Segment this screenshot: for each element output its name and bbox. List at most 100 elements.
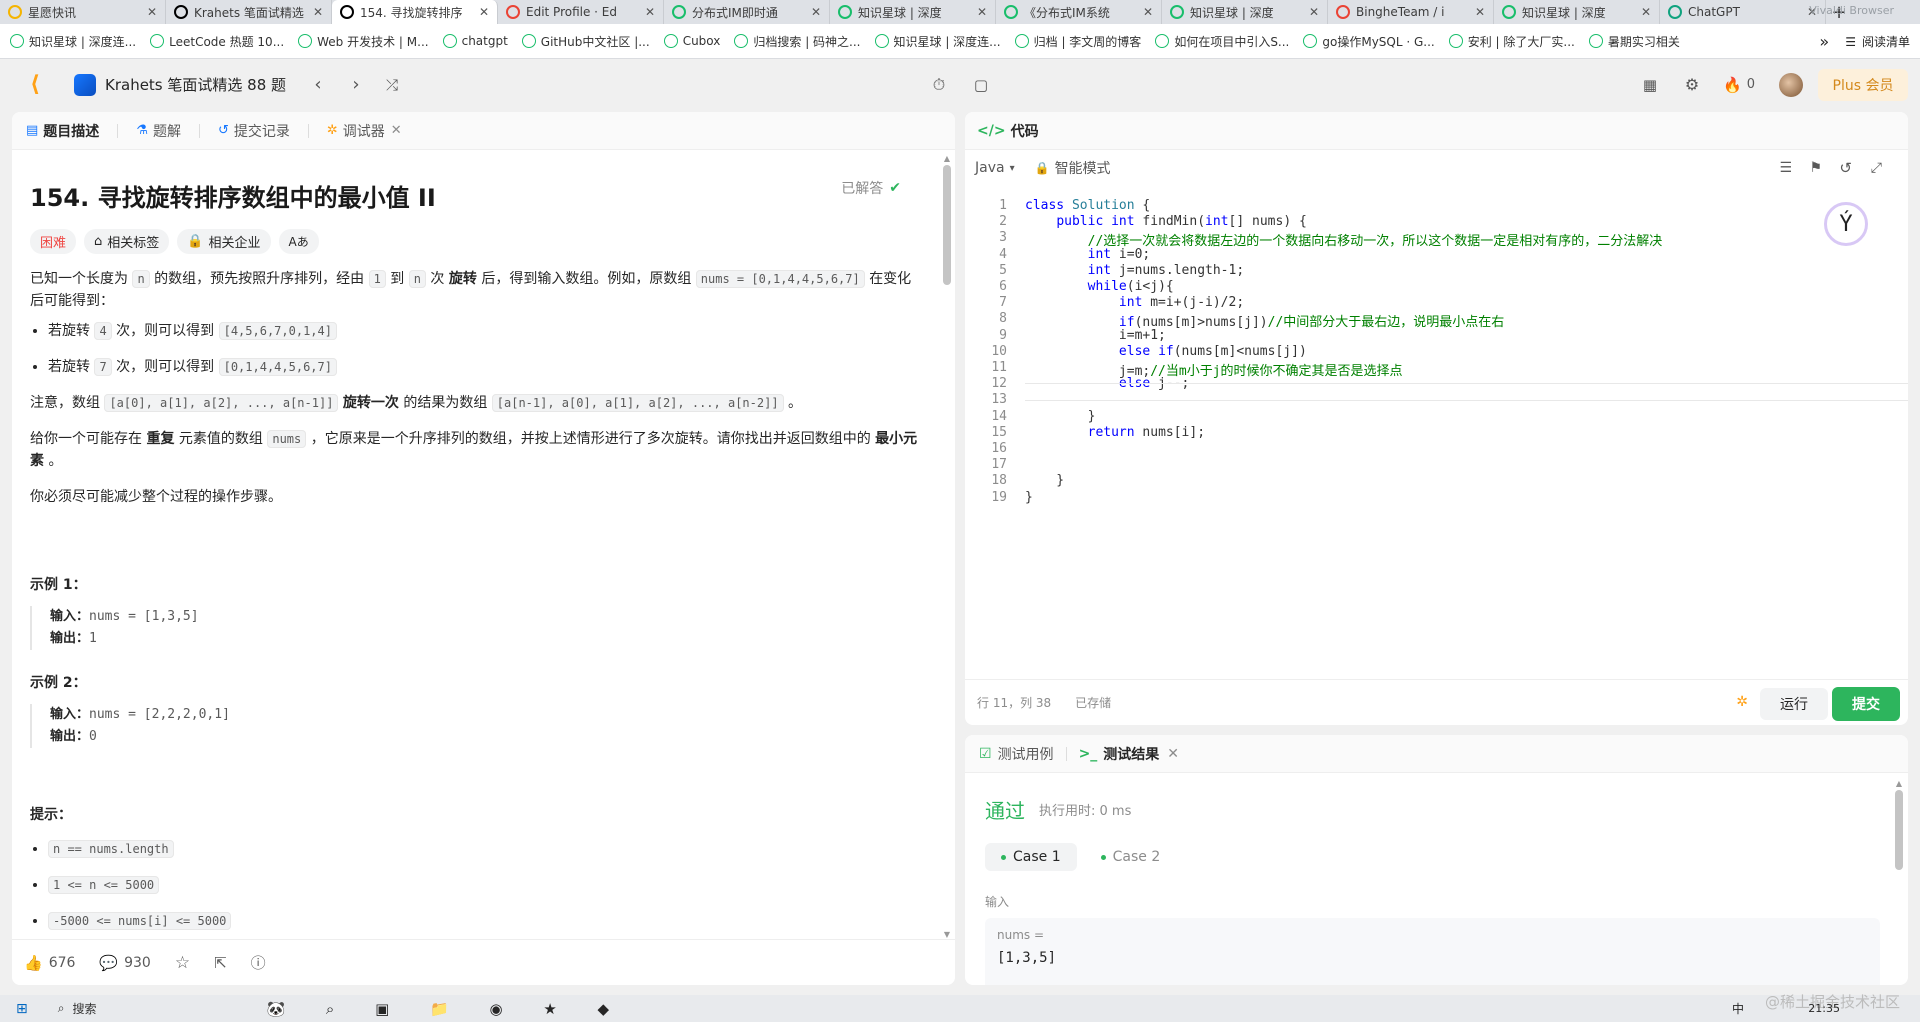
companies-tag-button[interactable]: 🔒 相关企业 (177, 229, 271, 254)
next-problem-icon[interactable]: › (344, 74, 368, 95)
browser-tab[interactable]: 分布式IM即时通 ✕ (664, 0, 830, 24)
reading-list-icon[interactable]: ☰ (1845, 35, 1856, 49)
bookmark-item[interactable]: 知识星球 | 深度连... (874, 33, 1001, 50)
test-panel-header: ☑ 测试用例 >_ 测试结果 ✕ (965, 735, 1908, 773)
bookmark-item[interactable]: chatgpt (442, 34, 508, 48)
help-icon[interactable]: ⓘ (251, 952, 266, 973)
font-size-button[interactable]: Aあ (278, 229, 319, 254)
browser-tab[interactable]: BingheTeam / i ✕ (1328, 0, 1494, 24)
format-code-icon[interactable]: ☰ (1779, 160, 1792, 176)
problem-title: 154. 寻找旋转排序数组中的最小值 II (30, 184, 436, 212)
test-scrollbar[interactable]: ▲ (1894, 779, 1904, 985)
clock-text[interactable]: 21:35 (1808, 1002, 1840, 1015)
streak-count: 0 (1746, 77, 1755, 92)
close-icon[interactable]: ✕ (645, 5, 655, 19)
problem-list-button[interactable]: Krahets 笔面试精选 88 题 (74, 73, 286, 96)
layout-icon[interactable]: ▦ (1638, 76, 1662, 94)
fullscreen-icon[interactable]: ⤢ (1871, 160, 1882, 176)
bookmark-item[interactable]: Web 开发技术 | M... (298, 33, 429, 50)
note-icon[interactable]: ▢ (968, 76, 994, 94)
browser-tab[interactable]: 知识星球 | 深度 ✕ (830, 0, 996, 24)
ime-indicator[interactable]: 中 (1732, 1000, 1744, 1017)
settings-gear-icon[interactable]: ⚙ (1680, 75, 1704, 94)
leetcode-logo-icon[interactable]: ⟨ (24, 72, 46, 97)
description-paragraph-requirement: 你必须尽可能减少整个过程的操作步骤。 (30, 489, 282, 505)
language-select[interactable]: Java ▾ (975, 160, 1015, 176)
close-tab-icon[interactable]: ✕ (1167, 746, 1179, 762)
bookmark-item[interactable]: 归档搜索 | 码神之... (734, 33, 861, 50)
bookmark-item[interactable]: 知识星球 | 深度连... (10, 33, 136, 50)
share-icon[interactable]: ⇱ (214, 954, 227, 972)
browser-tab[interactable]: Krahets 笔面试精选 ✕ (166, 0, 332, 24)
close-tab-icon[interactable]: ✕ (391, 123, 402, 138)
close-icon[interactable]: ✕ (1475, 5, 1485, 19)
tag-icon: ⌂ (94, 234, 103, 249)
bookmark-item[interactable]: Cubox (663, 34, 720, 48)
close-icon[interactable]: ✕ (811, 5, 821, 19)
close-icon[interactable]: ✕ (147, 5, 157, 19)
close-icon[interactable]: ✕ (1309, 5, 1319, 19)
close-icon[interactable]: ✕ (1143, 5, 1153, 19)
reset-code-icon[interactable]: ↺ (1839, 159, 1852, 177)
debug-bug-icon[interactable]: ✲ (1736, 694, 1748, 710)
tab-submissions[interactable]: ↺ 提交记录 (218, 121, 290, 141)
tab-test-result[interactable]: >_ 测试结果 ✕ (1079, 744, 1179, 764)
close-icon[interactable]: ✕ (479, 5, 489, 19)
mdn-icon (298, 34, 313, 48)
browser-tab[interactable]: 《分布式IM系统 ✕ (996, 0, 1162, 24)
browser-tab-title: 154. 寻找旋转排序 (360, 5, 463, 20)
browser-tab[interactable]: 知识星球 | 深度 ✕ (1494, 0, 1660, 24)
submit-button[interactable]: 提交 (1832, 687, 1900, 721)
reading-list-label[interactable]: 阅读清单 (1862, 33, 1910, 50)
rotation-examples-list: 若旋转 4 次，则可以得到 [4,5,6,7,0,1,4] 若旋转 7 次，则可… (30, 320, 919, 378)
close-icon[interactable]: ✕ (1641, 5, 1651, 19)
bookmark-item[interactable]: 如何在项目中引入S... (1155, 33, 1289, 50)
bookmark-item[interactable]: LeetCode 热题 10... (150, 33, 284, 50)
bookmark-item[interactable]: 安利 | 除了大厂实... (1448, 33, 1575, 50)
tab-solutions[interactable]: ⚗ 题解 (136, 121, 181, 141)
tab-debugger[interactable]: ✲ 调试器 ✕ (327, 121, 402, 141)
case-1-tab[interactable]: Case 1 (985, 843, 1077, 871)
bookmark-icon[interactable]: ⚑ (1809, 160, 1822, 176)
topics-tag-button[interactable]: ⌂ 相关标签 (84, 229, 170, 254)
code-panel: </> 代码 Java ▾ 🔒 智能模式 ☰ ⚑ ↺ ⤢ 1 class Soluti… (965, 112, 1908, 725)
taskbar-app-icons[interactable]: 🐼 ⌕ ▣ 📁 ◉ ★ ◆ (266, 1000, 627, 1018)
close-icon[interactable]: ✕ (313, 5, 323, 19)
bookmark-item[interactable]: go操作MySQL · G... (1303, 33, 1435, 50)
browser-tab[interactable]: 154. 寻找旋转排序 ✕ (332, 0, 498, 24)
example-1-block: 输入：nums = [1,3,5] 输出：1 (30, 606, 919, 650)
plus-member-button[interactable]: Plus 会员 (1818, 68, 1908, 101)
description-scrollbar[interactable]: ▲ ▼ (941, 154, 953, 939)
browser-tab[interactable]: ChatGPT ✕ (1660, 0, 1826, 24)
smart-mode-toggle[interactable]: 🔒 智能模式 (1035, 158, 1111, 178)
like-button[interactable]: 👍 676 (24, 954, 75, 972)
shuffle-icon[interactable]: ⤮ (380, 76, 404, 94)
favorite-star-icon[interactable]: ☆ (175, 953, 190, 973)
leetcode-icon (150, 34, 165, 48)
tab-testcases[interactable]: ☑ 测试用例 (979, 744, 1054, 764)
streak-counter[interactable]: 🔥 0 (1723, 76, 1755, 94)
code-line: return nums[i]; (1087, 424, 1206, 440)
code-line: int j=nums.length-1; (1087, 262, 1245, 278)
taskbar-search[interactable]: ⌕ 搜索 (58, 1000, 97, 1017)
comment-button[interactable]: 💬 930 (99, 954, 150, 972)
bookmark-item[interactable]: 归档 | 李文周的博客 (1014, 33, 1141, 50)
bookmarks-more-button[interactable]: » (1819, 32, 1829, 51)
windows-start-icon[interactable]: ⊞ (16, 1001, 28, 1017)
problem-description: 154. 寻找旋转排序数组中的最小值 II 已解答 ✔ 困难 ⌂ 相关标签 🔒 相关企… (12, 150, 937, 939)
browser-tab[interactable]: 知识星球 | 深度 ✕ (1162, 0, 1328, 24)
user-avatar[interactable] (1779, 72, 1803, 97)
run-button[interactable]: 运行 (1760, 688, 1828, 720)
bookmark-item[interactable]: 暑期实习相关 (1588, 33, 1680, 50)
bookmark-item[interactable]: GitHub中文社区 |... (521, 33, 650, 50)
ai-assistant-icon[interactable]: Ý (1824, 202, 1868, 246)
code-editor[interactable]: 1 class Solution {2 public int findMin(in… (965, 190, 1908, 680)
timer-icon[interactable]: ⏱ (926, 75, 952, 95)
tab-description[interactable]: ▤ 题目描述 (26, 121, 99, 141)
close-icon[interactable]: ✕ (977, 5, 987, 19)
checkbox-icon: ☑ (979, 745, 992, 762)
browser-tab[interactable]: 星愿快讯 ✕ (0, 0, 166, 24)
prev-problem-icon[interactable]: ‹ (306, 74, 330, 95)
case-2-tab[interactable]: Case 2 (1085, 843, 1177, 871)
browser-tab[interactable]: Edit Profile · Ed ✕ (498, 0, 664, 24)
